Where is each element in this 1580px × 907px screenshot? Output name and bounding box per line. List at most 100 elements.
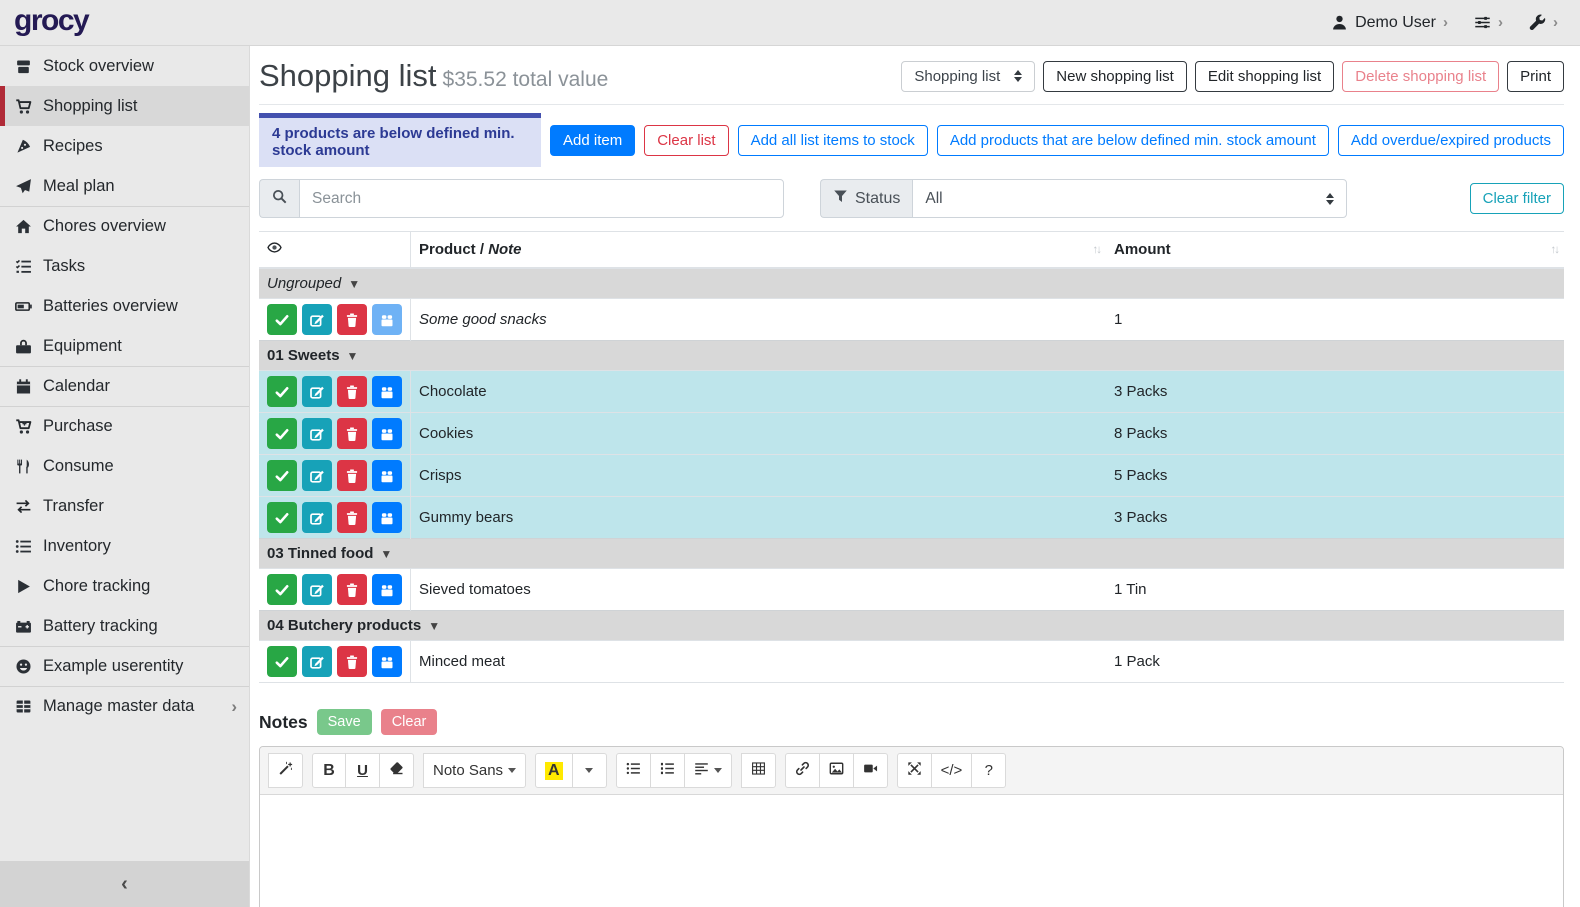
sidebar-item-chore-tracking[interactable]: Chore tracking: [0, 566, 249, 606]
sidebar-item-inventory[interactable]: Inventory: [0, 526, 249, 566]
font-color-button[interactable]: A: [535, 753, 573, 788]
mark-done-button[interactable]: [267, 418, 297, 449]
bold-button[interactable]: B: [312, 753, 346, 788]
sidebar-item-example-userentity[interactable]: Example userentity: [0, 646, 249, 686]
picture-button[interactable]: [820, 753, 854, 788]
sidebar-item-transfer[interactable]: Transfer: [0, 486, 249, 526]
clear-filter-button[interactable]: Clear filter: [1470, 183, 1564, 214]
add-to-stock-button[interactable]: [372, 304, 402, 335]
product-amount: 3 Packs: [1106, 371, 1564, 413]
paragraph-button[interactable]: [685, 753, 732, 788]
ordered-list-button[interactable]: [651, 753, 685, 788]
sidebar-item-label: Recipes: [43, 137, 103, 156]
group-header-row[interactable]: Ungrouped▼: [259, 268, 1564, 299]
edit-item-button[interactable]: [302, 646, 332, 677]
product-column-header[interactable]: Product / Note ↑↓: [411, 232, 1107, 269]
notes-save-button[interactable]: Save: [317, 709, 372, 735]
edit-shopping-list-button[interactable]: Edit shopping list: [1195, 61, 1334, 92]
delete-item-button[interactable]: [337, 574, 367, 605]
add-to-stock-button[interactable]: [372, 460, 402, 491]
column-visibility-header[interactable]: [259, 232, 411, 269]
sidebar-item-label: Battery tracking: [43, 617, 158, 636]
sidebar-item-calendar[interactable]: Calendar: [0, 366, 249, 406]
add-to-stock-button[interactable]: [372, 646, 402, 677]
edit-item-button[interactable]: [302, 574, 332, 605]
sidebar-item-chores-overview[interactable]: Chores overview: [0, 206, 249, 246]
sidebar-item-recipes[interactable]: Recipes: [0, 126, 249, 166]
delete-item-button[interactable]: [337, 460, 367, 491]
sidebar-collapse-button[interactable]: ‹: [0, 861, 249, 907]
sort-icon[interactable]: ↑↓: [1093, 244, 1101, 256]
group-header-row[interactable]: 04 Butchery products▼: [259, 611, 1564, 641]
add-to-stock-button[interactable]: [372, 502, 402, 533]
sidebar-item-purchase[interactable]: Purchase: [0, 406, 249, 446]
add-to-stock-button[interactable]: [372, 418, 402, 449]
notes-editor-area[interactable]: [260, 795, 1563, 907]
app-logo: grocy: [14, 6, 88, 40]
edit-item-button[interactable]: [302, 460, 332, 491]
user-menu[interactable]: Demo User ›: [1331, 14, 1448, 32]
fullscreen-button[interactable]: [897, 753, 932, 788]
edit-item-button[interactable]: [302, 502, 332, 533]
notes-clear-button[interactable]: Clear: [381, 709, 438, 735]
delete-item-button[interactable]: [337, 376, 367, 407]
code-view-button[interactable]: </>: [932, 753, 973, 788]
search-input[interactable]: [299, 179, 784, 218]
shopping-list-row: Gummy bears3 Packs: [259, 497, 1564, 539]
mark-done-button[interactable]: [267, 304, 297, 335]
sidebar-item-manage-master-data[interactable]: Manage master data›: [0, 686, 249, 726]
delete-shopping-list-button[interactable]: Delete shopping list: [1342, 61, 1499, 92]
edit-item-button[interactable]: [302, 376, 332, 407]
delete-item-button[interactable]: [337, 502, 367, 533]
add-to-stock-button[interactable]: [372, 574, 402, 605]
settings-menu[interactable]: ›: [1474, 14, 1503, 31]
help-button[interactable]: ?: [972, 753, 1006, 788]
delete-item-button[interactable]: [337, 418, 367, 449]
sidebar-item-label: Purchase: [43, 417, 113, 436]
font-family-button[interactable]: Noto Sans: [423, 753, 526, 788]
font-color-caret-button[interactable]: [573, 753, 607, 788]
add-all-to-stock-button[interactable]: Add all list items to stock: [738, 125, 928, 156]
mark-done-button[interactable]: [267, 376, 297, 407]
sort-icon[interactable]: ↑↓: [1551, 244, 1559, 256]
sidebar-item-equipment[interactable]: Equipment: [0, 326, 249, 366]
sidebar-item-shopping-list[interactable]: Shopping list: [0, 86, 249, 126]
status-select[interactable]: All: [912, 179, 1347, 218]
mark-done-button[interactable]: [267, 460, 297, 491]
delete-item-button[interactable]: [337, 304, 367, 335]
sidebar-item-battery-tracking[interactable]: Battery tracking: [0, 606, 249, 646]
link-button[interactable]: [785, 753, 820, 788]
magic-style-button[interactable]: [268, 753, 303, 788]
edit-item-button[interactable]: [302, 418, 332, 449]
shopping-list-select[interactable]: Shopping list: [901, 61, 1035, 92]
mark-done-button[interactable]: [267, 502, 297, 533]
amount-column-header[interactable]: Amount ↑↓: [1106, 232, 1564, 269]
add-overdue-button[interactable]: Add overdue/expired products: [1338, 125, 1564, 156]
add-below-min-button[interactable]: Add products that are below defined min.…: [937, 125, 1329, 156]
underline-button[interactable]: U: [346, 753, 380, 788]
edit-item-button[interactable]: [302, 304, 332, 335]
trash-icon: [344, 510, 360, 526]
mark-done-button[interactable]: [267, 574, 297, 605]
eraser-icon: [389, 761, 404, 780]
group-header-row[interactable]: 03 Tinned food▼: [259, 539, 1564, 569]
group-header-row[interactable]: 01 Sweets▼: [259, 341, 1564, 371]
video-button[interactable]: [854, 753, 888, 788]
sidebar-item-stock-overview[interactable]: Stock overview: [0, 46, 249, 86]
eraser-button[interactable]: [380, 753, 414, 788]
delete-item-button[interactable]: [337, 646, 367, 677]
box-icon: [379, 654, 395, 670]
mark-done-button[interactable]: [267, 646, 297, 677]
print-button[interactable]: Print: [1507, 61, 1564, 92]
add-to-stock-button[interactable]: [372, 376, 402, 407]
clear-list-button[interactable]: Clear list: [644, 125, 728, 156]
unordered-list-button[interactable]: [616, 753, 651, 788]
new-shopping-list-button[interactable]: New shopping list: [1043, 61, 1187, 92]
add-item-button[interactable]: Add item: [550, 125, 635, 156]
sidebar-item-consume[interactable]: Consume: [0, 446, 249, 486]
sidebar-item-tasks[interactable]: Tasks: [0, 246, 249, 286]
sidebar-item-batteries-overview[interactable]: Batteries overview: [0, 286, 249, 326]
admin-menu[interactable]: ›: [1529, 14, 1558, 31]
table-button[interactable]: [741, 753, 776, 788]
sidebar-item-meal-plan[interactable]: Meal plan: [0, 166, 249, 206]
